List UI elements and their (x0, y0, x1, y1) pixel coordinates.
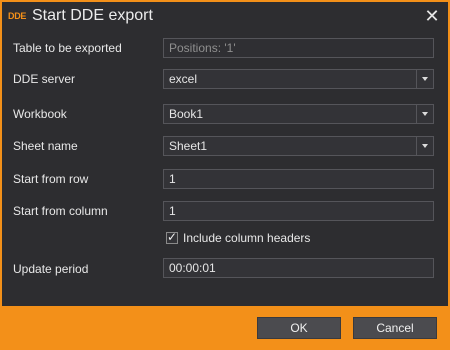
dde-export-dialog: DDE Start DDE export ✕ Table to be expor… (0, 0, 450, 350)
check-icon: ✓ (167, 230, 178, 244)
title-bar[interactable]: DDE Start DDE export ✕ (2, 2, 448, 30)
start-row-label: Start from row (13, 172, 89, 186)
workbook-select[interactable]: Book1 (163, 104, 434, 124)
ok-button[interactable]: OK (257, 317, 341, 339)
close-icon[interactable]: ✕ (422, 6, 442, 26)
start-column-input[interactable]: 1 (163, 201, 434, 221)
start-column-label: Start from column (13, 204, 108, 218)
sheet-name-select[interactable]: Sheet1 (163, 136, 434, 156)
form-area: Table to be exported Positions: '1' DDE … (2, 30, 448, 306)
sheet-name-label: Sheet name (13, 139, 78, 153)
window-title: Start DDE export (32, 7, 153, 24)
dde-server-value: excel (169, 72, 198, 86)
update-period-label: Update period (13, 262, 89, 276)
update-period-input[interactable]: 00:00:01 (163, 258, 434, 278)
chevron-down-icon[interactable] (416, 137, 433, 155)
table-label: Table to be exported (13, 41, 122, 55)
dde-server-select[interactable]: excel (163, 69, 434, 89)
chevron-down-icon[interactable] (416, 105, 433, 123)
workbook-label: Workbook (13, 107, 67, 121)
chevron-down-icon[interactable] (416, 70, 433, 88)
workbook-value: Book1 (169, 107, 204, 121)
table-field: Positions: '1' (163, 38, 434, 58)
dialog-footer: OK Cancel (0, 306, 450, 350)
sheet-name-value: Sheet1 (169, 139, 208, 153)
start-row-input[interactable]: 1 (163, 169, 434, 189)
dde-server-label: DDE server (13, 72, 76, 86)
dde-icon: DDE (8, 11, 27, 21)
include-headers-checkbox[interactable]: ✓ (166, 230, 178, 244)
cancel-button[interactable]: Cancel (353, 317, 437, 339)
include-headers-label[interactable]: Include column headers (183, 231, 310, 245)
